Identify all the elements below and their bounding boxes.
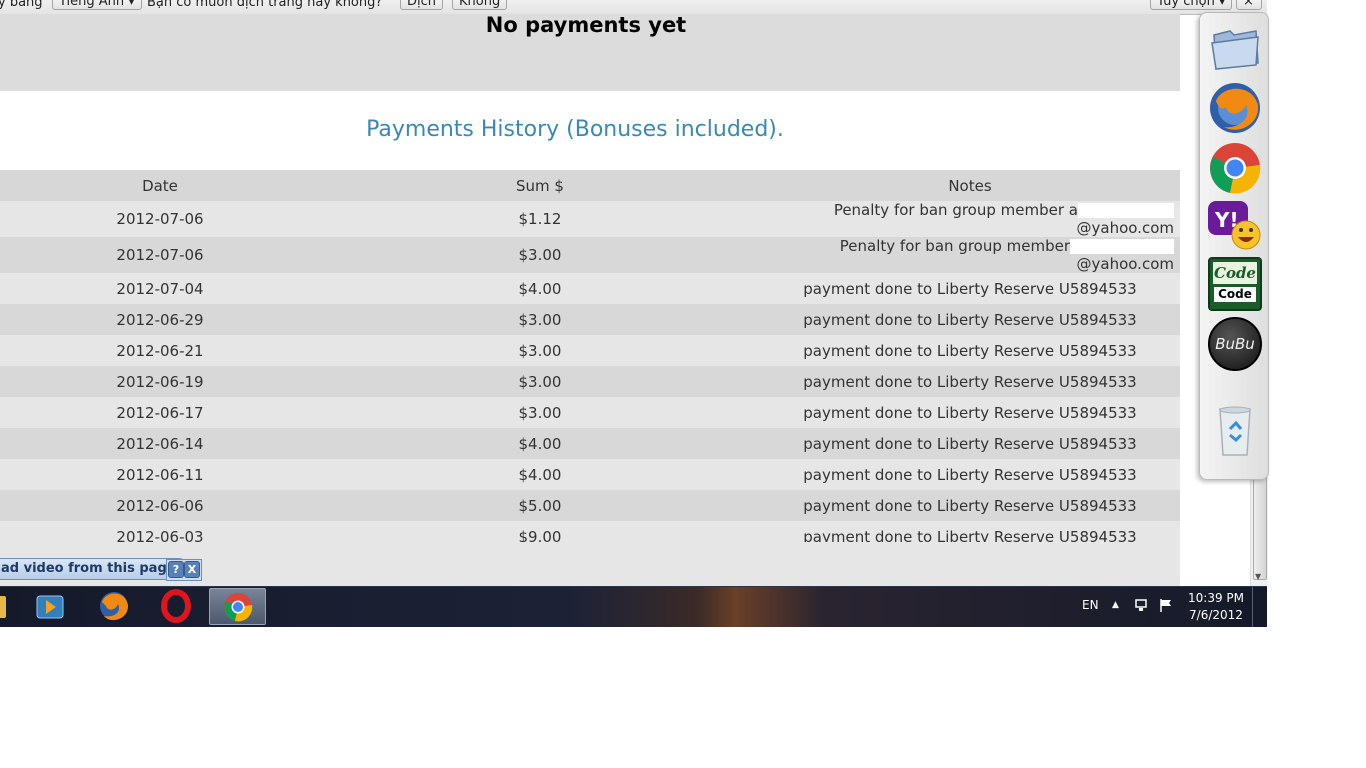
redacted-email — [1078, 203, 1174, 218]
yahoo-messenger-icon[interactable]: Y! — [1208, 199, 1262, 253]
download-video-bar[interactable]: ad video from this page — [0, 558, 187, 580]
no-payments-panel: No payments yet — [0, 14, 1180, 91]
row-sum: $4.00 — [320, 273, 760, 304]
table-row: 2012-06-19 $3.00 payment done to Liberty… — [0, 366, 1180, 397]
clock-time: 10:39 PM — [1188, 591, 1244, 605]
row-sum: $4.00 — [320, 428, 760, 459]
chrome-icon[interactable] — [1208, 141, 1262, 195]
note-prefix: Penalty for ban group member a — [833, 201, 1078, 219]
column-header-notes: Notes — [760, 170, 1180, 201]
table-row: 2012-07-06 $3.00 Penalty for ban group m… — [0, 237, 1180, 273]
bubu-icon[interactable]: BuBu — [1208, 317, 1262, 371]
row-sum: $4.00 — [320, 459, 760, 490]
table-row: 2012-07-04 $4.00 payment done to Liberty… — [0, 273, 1180, 304]
code-app-top-label: Code — [1213, 262, 1257, 284]
row-sum: $3.00 — [320, 366, 760, 397]
opera-icon[interactable] — [148, 588, 205, 625]
redacted-email — [1070, 239, 1174, 254]
row-date: 2012-06-29 — [0, 304, 320, 335]
show-desktop-button[interactable] — [1252, 587, 1268, 627]
windows-taskbar: EN ▲ 10:39 PM 7/6/2012 — [0, 586, 1267, 627]
row-date: 2012-06-11 — [0, 459, 320, 490]
row-date: 2012-06-21 — [0, 335, 320, 366]
row-sum: $3.00 — [320, 237, 760, 273]
row-date: 2012-07-06 — [0, 237, 320, 273]
language-indicator[interactable]: EN — [1082, 598, 1099, 612]
row-note: payment done to Liberty Reserve U5894533 — [760, 273, 1180, 304]
row-sum: $3.00 — [320, 335, 760, 366]
row-sum: $1.12 — [320, 201, 760, 237]
action-center-flag-icon[interactable] — [1158, 597, 1174, 616]
row-note: payment done to Liberty Reserve U5894533 — [760, 335, 1180, 366]
row-date: 2012-06-17 — [0, 397, 320, 428]
language-select[interactable]: Tiếng Anh ▾ — [52, 0, 142, 10]
row-date: 2012-07-04 — [0, 273, 320, 304]
firefox-icon[interactable] — [1208, 81, 1262, 135]
row-note: payment done to Liberty Reserve U5894533 — [760, 304, 1180, 335]
column-header-date: Date — [0, 170, 320, 201]
close-icon[interactable]: X — [184, 561, 200, 578]
table-row: 2012-07-06 $1.12 Penalty for ban group m… — [0, 201, 1180, 237]
no-translate-button[interactable]: Không — [452, 0, 508, 10]
column-header-sum: Sum $ — [320, 170, 760, 201]
row-sum: $3.00 — [320, 397, 760, 428]
payments-history-title: Payments History (Bonuses included). — [366, 117, 784, 142]
table-row: 2012-06-17 $3.00 payment done to Liberty… — [0, 397, 1180, 428]
row-note: payment done to Liberty Reserve U5894533 — [760, 397, 1180, 428]
row-note: payment done to Liberty Reserve U5894533 — [760, 366, 1180, 397]
payments-history-table: Date Sum $ Notes 2012-07-06 $1.12 Penalt… — [0, 170, 1180, 552]
row-note: Penalty for ban group member a@yahoo.com — [760, 201, 1180, 237]
row-sum: $3.00 — [320, 304, 760, 335]
translate-question: Bạn có muốn dịch trang này không? — [147, 0, 383, 10]
clock-date: 7/6/2012 — [1189, 608, 1243, 622]
chrome-icon[interactable] — [209, 588, 266, 625]
code-app-icon[interactable]: Code Code — [1208, 257, 1262, 311]
translate-options-button[interactable]: Tùy chọn ▾ — [1150, 0, 1233, 10]
system-clock[interactable]: 10:39 PM 7/6/2012 — [1184, 591, 1248, 622]
translate-button[interactable]: Dịch — [400, 0, 444, 10]
media-player-icon[interactable] — [22, 588, 79, 625]
show-hidden-icons-icon[interactable]: ▲ — [1112, 600, 1119, 610]
table-row: 2012-06-14 $4.00 payment done to Liberty… — [0, 428, 1180, 459]
row-note: payment done to Liberty Reserve U5894533 — [760, 428, 1180, 459]
table-row: 2012-06-11 $4.00 payment done to Liberty… — [0, 459, 1180, 490]
row-note: payment done to Liberty Reserve U5894533 — [760, 459, 1180, 490]
row-date: 2012-06-14 — [0, 428, 320, 459]
row-date: 2012-06-19 — [0, 366, 320, 397]
table-row: 2012-06-06 $5.00 payment done to Liberty… — [0, 490, 1180, 521]
row-sum: $5.00 — [320, 490, 760, 521]
recycle-bin-icon[interactable] — [1208, 403, 1262, 457]
page-content: No payments yet Payments History (Bonuse… — [0, 14, 1180, 586]
code-app-bottom-label: Code — [1214, 287, 1256, 302]
scroll-down-arrow-icon[interactable]: ▼ — [1255, 572, 1261, 581]
download-bar-buttons: ? X — [166, 559, 202, 581]
desktop-dock: Y! Code Code BuBu — [1199, 12, 1269, 480]
translate-close-button[interactable]: × — [1236, 0, 1262, 10]
no-payments-heading: No payments yet — [485, 14, 687, 37]
folder-icon[interactable] — [1208, 21, 1262, 75]
row-date: 2012-06-06 — [0, 490, 320, 521]
table-row: 2012-06-21 $3.00 payment done to Liberty… — [0, 335, 1180, 366]
note-prefix: Penalty for ban group member — [839, 237, 1070, 255]
firefox-icon[interactable] — [86, 588, 143, 625]
row-note: Penalty for ban group member @yahoo.com — [760, 237, 1180, 273]
table-header-row: Date Sum $ Notes — [0, 170, 1180, 201]
table-row: 2012-06-29 $3.00 payment done to Liberty… — [0, 304, 1180, 335]
help-icon[interactable]: ? — [168, 561, 184, 578]
network-icon[interactable] — [1134, 597, 1150, 616]
row-date: 2012-07-06 — [0, 201, 320, 237]
translate-lead-text: y bằng — [0, 0, 43, 10]
row-note: payment done to Liberty Reserve U5894533 — [760, 490, 1180, 521]
translate-bar: y bằng Tiếng Anh ▾ Bạn có muốn dịch tran… — [0, 0, 1267, 15]
note-suffix: @yahoo.com — [1076, 255, 1174, 273]
note-suffix: @yahoo.com — [1076, 219, 1174, 237]
